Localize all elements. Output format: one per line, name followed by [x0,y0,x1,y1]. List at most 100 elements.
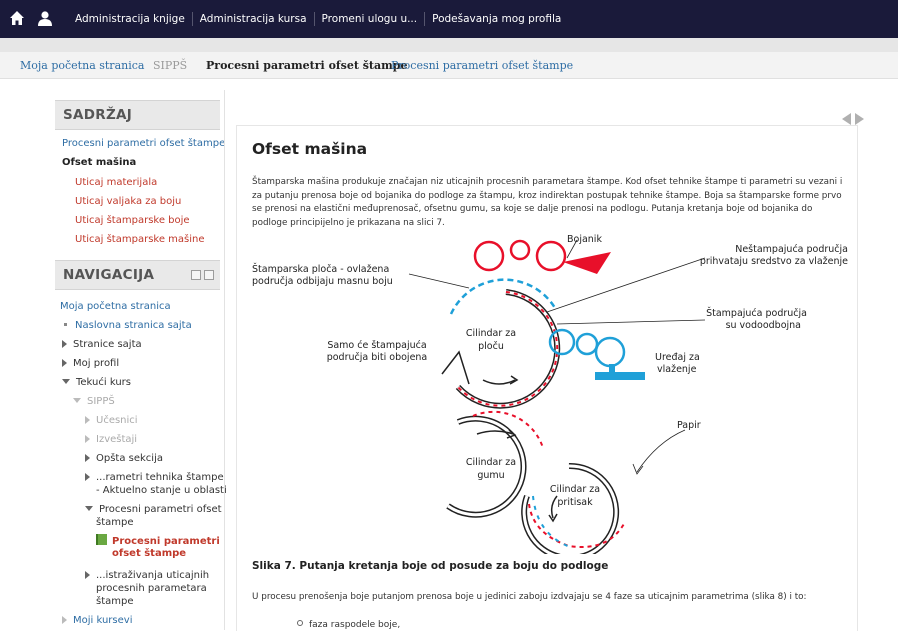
nav-section-2[interactable]: Procesni parametri ofset [85,503,222,516]
expand-icon [85,571,90,579]
label-plate-2: područja odbijaju masnu boju [252,276,393,287]
nav-current-course-label: Tekući kurs [76,377,131,388]
toc-block-header: SADRŽAJ [55,100,220,130]
breadcrumb-course[interactable]: SIPPŠ [153,59,187,72]
nav-section-1[interactable]: ...rametri tehnika štampe [85,471,224,484]
column-divider [224,90,225,630]
label-nonprint-2: prihvataju sredstvo za vlaženje [700,256,848,267]
expand-icon [85,416,90,424]
toc-item[interactable]: Procesni parametri ofset štampe [62,137,225,151]
top-navbar: Administracija knjige Administracija kur… [0,0,898,38]
impression-cylinder [521,462,626,554]
expand-icon [62,359,67,367]
label-plate-cyl-2: ploču [478,341,504,352]
toc-item[interactable]: Uticaj štamparske boje [75,214,190,228]
label-damp-2: vlaženje [657,364,697,375]
nav-my-courses-label: Moji kursevi [73,615,133,626]
nav-reports[interactable]: Izveštaji [85,433,137,446]
nav-book-current[interactable]: Procesni parametri [96,534,220,548]
book-content: Ofset mašina Štamparska mašina produkuje… [236,125,858,631]
label-blanket-cyl-2: gumu [477,470,504,481]
label-papir: Papir [677,420,701,431]
hide-icon[interactable] [204,270,214,280]
navigation-title: NAVIGACIJA [63,267,155,283]
home-icon[interactable] [9,10,25,30]
intro-paragraph: Štamparska mašina produkuje značajan niz… [252,177,843,228]
nav-section-3-line3[interactable]: štampe [96,595,134,608]
menu-profile-settings[interactable]: Podešavanja mog profila [425,12,568,26]
menu-book-admin[interactable]: Administracija knjige [68,12,193,26]
toc-item[interactable]: Uticaj štamparske mašine [75,233,205,247]
toc-item[interactable]: Uticaj valjaka za boju [75,195,181,209]
nav-section-2-label: Procesni parametri ofset [99,504,222,515]
label-print-1: Štampajuća područja [706,307,807,319]
nav-participants-label: Učesnici [96,415,138,426]
nav-course-code[interactable]: SIPPŠ [73,395,115,408]
dock-icon[interactable] [191,270,201,280]
label-damp-1: Uređaj za [655,352,700,363]
label-print-2: su vodoodbojna [726,320,801,331]
nav-section-3-label: ...istraživanja uticajnih [96,570,210,581]
nav-section-3[interactable]: ...istraživanja uticajnih [85,569,209,582]
nav-section-1-label: ...rametri tehnika štampe [96,472,224,483]
breadcrumb-book[interactable]: Procesni parametri ofset štampe [391,59,573,72]
nav-site-home-label: Naslovna stranica sajta [75,320,192,331]
label-impression-cyl-1: Cilindar za [550,484,600,495]
bullet-icon [297,620,303,626]
menu-course-admin[interactable]: Administracija kursa [193,12,315,26]
nav-section-1-line2[interactable]: - Aktuelno stanje u oblasti [96,484,227,497]
label-plate-cyl-1: Cilindar za [466,328,516,339]
phase-paragraph: U procesu prenošenja boje putanjom preno… [252,592,807,602]
block-controls [191,270,214,280]
offset-press-diagram: Bojanik Cilindar za ploču Cilindar za gu… [252,234,848,554]
expand-icon [62,340,67,348]
breadcrumb-section[interactable]: Procesni parametri ofset štampe [206,59,407,72]
nav-section-2-line2[interactable]: štampe [96,516,134,529]
chapter-title: Ofset mašina [252,140,368,158]
nav-my-profile[interactable]: Moj profil [62,357,119,370]
label-nonprint-1: Neštampajuća područja [735,244,848,255]
navigation-block-header: NAVIGACIJA [55,260,220,290]
nav-site-pages[interactable]: Stranice sajta [62,338,142,351]
expand-icon [85,435,90,443]
user-icon[interactable] [37,10,53,30]
nav-course-code-label: SIPPŠ [87,396,115,407]
menu-switch-role[interactable]: Promeni ulogu u... [315,12,426,26]
nav-site-home[interactable]: Naslovna stranica sajta [62,319,192,332]
toc-item[interactable]: Uticaj materijala [75,176,157,190]
book-icon [96,534,107,545]
label-only-2: područja biti obojena [327,352,428,363]
nav-my-profile-label: Moj profil [73,358,120,369]
nav-general-section[interactable]: Opšta sekcija [85,452,163,465]
expand-icon [85,454,90,462]
nav-current-course[interactable]: Tekući kurs [62,376,131,389]
collapse-icon [73,398,81,403]
inking-rollers [473,239,611,274]
nav-section-3-line2[interactable]: procesnih parametara [96,582,207,595]
breadcrumb-home[interactable]: Moja početna stranica [20,59,144,72]
nav-site-pages-label: Stranice sajta [73,339,142,350]
label-only-1: Samo će štampajuća [327,340,426,351]
collapse-icon [85,506,93,511]
next-arrow-icon[interactable] [855,113,864,125]
expand-icon [62,616,67,624]
label-plate-1: Štamparska ploča - ovlažena [252,263,389,275]
figure-caption: Slika 7. Putanja kretanja boje od posude… [252,560,609,572]
list-item: faza raspodele boje, [297,620,400,630]
nav-participants[interactable]: Učesnici [85,414,138,427]
collapse-icon [62,379,70,384]
nav-general-label: Opšta sekcija [96,453,163,464]
expand-icon [85,473,90,481]
nav-home[interactable]: Moja početna stranica [60,300,171,313]
label-blanket-cyl-1: Cilindar za [466,457,516,468]
bullet-icon [64,323,67,326]
toc-title: SADRŽAJ [63,107,133,123]
nav-my-courses[interactable]: Moji kursevi [62,614,132,627]
label-impression-cyl-2: pritisak [557,497,593,508]
previous-arrow-icon[interactable] [842,113,851,125]
breadcrumb: Moja početna stranica SIPPŠ Procesni par… [0,52,898,79]
label-bojanik: Bojanik [567,234,602,245]
nav-reports-label: Izveštaji [96,434,138,445]
nav-book-current-line2[interactable]: ofset štampe [112,547,186,560]
header-band [0,38,898,52]
